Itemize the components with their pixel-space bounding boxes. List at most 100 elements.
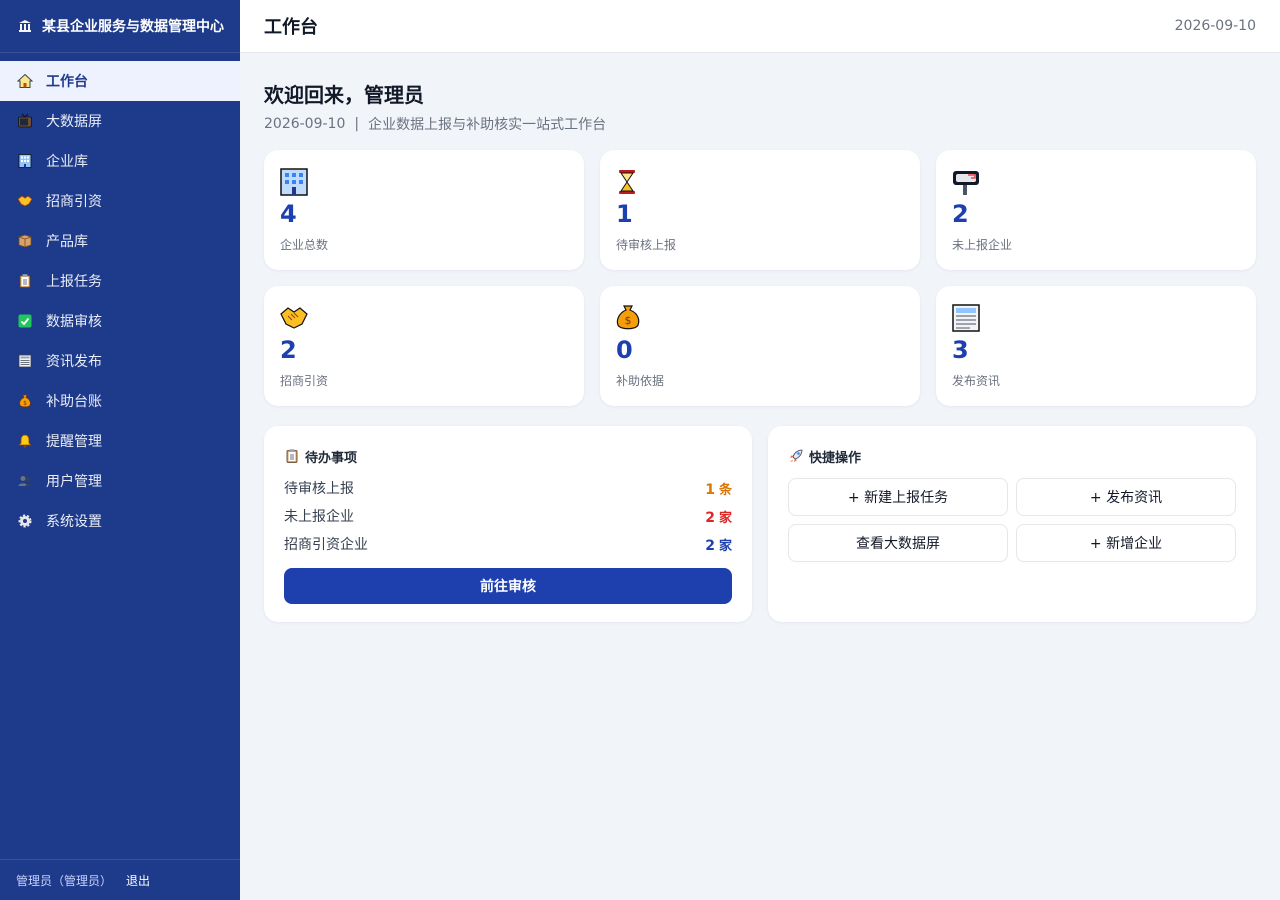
sidebar-item-label: 系统设置 (46, 514, 102, 530)
todo-count: 2家 (705, 535, 732, 554)
page-title: 工作台 (264, 17, 318, 38)
sidebar-item-label: 企业库 (46, 154, 88, 170)
stat-card-unreported[interactable]: 2 未上报企业 (936, 150, 1256, 270)
todo-list: 待审核上报 1条 未上报企业 2家 招商引资企业 2家 (284, 474, 732, 558)
newspaper-icon (17, 353, 33, 369)
sidebar-item-products[interactable]: 产品库 (0, 221, 240, 261)
gear-icon (17, 513, 33, 529)
government-building-icon (17, 18, 33, 34)
todo-count: 2家 (705, 507, 732, 526)
stat-label: 未上报企业 (952, 238, 1013, 252)
sidebar-item-settings[interactable]: 系统设置 (0, 501, 240, 541)
stat-card-news[interactable]: 3 发布资讯 (936, 286, 1256, 406)
sidebar-item-label: 招商引资 (46, 194, 102, 210)
mailbox-icon (952, 168, 982, 196)
sidebar-item-bigscreen[interactable]: 大数据屏 (0, 101, 240, 141)
sidebar-item-subsidy-ledger[interactable]: $ 补助台账 (0, 381, 240, 421)
bell-icon (17, 433, 33, 449)
hourglass-icon (616, 168, 646, 196)
welcome-subline: 2026-09-10 | 企业数据上报与补助核实一站式工作台 (264, 114, 1256, 134)
sidebar-item-label: 补助台账 (46, 394, 102, 410)
add-enterprise-button[interactable]: + 新增企业 (1016, 524, 1236, 562)
sidebar-item-label: 数据审核 (46, 314, 102, 330)
sidebar-item-label: 提醒管理 (46, 434, 102, 450)
sidebar-item-label: 资讯发布 (46, 354, 102, 370)
handshake-icon (17, 193, 33, 209)
tv-icon (17, 113, 33, 129)
sidebar-item-label: 大数据屏 (46, 114, 102, 130)
topbar: 工作台 2026-09-10 (240, 0, 1280, 53)
todo-row-unreported[interactable]: 未上报企业 2家 (284, 502, 732, 530)
new-report-task-button[interactable]: + 新建上报任务 (788, 478, 1008, 516)
quick-actions-grid: + 新建上报任务 + 发布资讯 查看大数据屏 + 新增企业 (788, 478, 1236, 562)
office-building-icon (280, 168, 310, 196)
todo-label: 待审核上报 (284, 481, 354, 497)
todo-row-investment[interactable]: 招商引资企业 2家 (284, 530, 732, 558)
main-content: 欢迎回来，管理员 2026-09-10 | 企业数据上报与补助核实一站式工作台 … (264, 53, 1256, 622)
brand-title: 某县企业服务与数据管理中心 (42, 19, 224, 35)
newspaper-icon (952, 304, 982, 332)
separator: | (354, 116, 360, 132)
todo-title: 待办事项 (305, 450, 358, 466)
stat-card-pending-review[interactable]: 1 待审核上报 (600, 150, 920, 270)
topbar-date: 2026-09-10 (1174, 18, 1256, 34)
stat-card-subsidy-basis[interactable]: $ 0 补助依据 (600, 286, 920, 406)
stat-value: 2 (952, 200, 969, 228)
brand: 某县企业服务与数据管理中心 (0, 0, 240, 53)
todo-count-unit: 家 (718, 538, 732, 554)
current-user: 管理员（管理员） (16, 873, 113, 888)
stat-card-investment[interactable]: 2 招商引资 (264, 286, 584, 406)
stat-label: 待审核上报 (616, 238, 677, 252)
stat-card-enterprises[interactable]: 4 企业总数 (264, 150, 584, 270)
package-icon (17, 233, 33, 249)
home-icon (17, 73, 33, 89)
money-bag-icon: $ (616, 304, 646, 332)
todo-label: 未上报企业 (284, 509, 354, 525)
users-icon (17, 473, 33, 489)
quick-title: 快捷操作 (809, 450, 862, 466)
stat-value: 0 (616, 336, 633, 364)
todo-count-unit: 条 (718, 482, 732, 498)
todo-count-number: 1 (705, 481, 715, 498)
todo-count-number: 2 (705, 537, 715, 554)
welcome-title: 欢迎回来，管理员 (264, 83, 424, 107)
handshake-icon (280, 304, 310, 332)
sidebar-item-label: 用户管理 (46, 474, 102, 490)
sidebar-nav: 工作台 大数据屏 企业库 招商引资 产品库 上报任务 数据审核 资讯发布 $ 补… (0, 61, 240, 541)
sidebar: 某县企业服务与数据管理中心 工作台 大数据屏 企业库 招商引资 产品库 上报任务 (0, 0, 240, 900)
stat-label: 企业总数 (280, 238, 329, 252)
sidebar-item-data-review[interactable]: 数据审核 (0, 301, 240, 341)
welcome-subtitle: 企业数据上报与补助核实一站式工作台 (368, 117, 607, 133)
stats-grid: 4 企业总数 1 待审核上报 2 未上报企业 2 招商引资 $ 0 补助依据 3… (264, 150, 1256, 406)
quick-actions-panel: 快捷操作 + 新建上报任务 + 发布资讯 查看大数据屏 + 新增企业 (768, 426, 1256, 622)
todo-header: 待办事项 (284, 446, 732, 466)
sidebar-item-news[interactable]: 资讯发布 (0, 341, 240, 381)
stat-label: 招商引资 (280, 374, 329, 388)
welcome-date: 2026-09-10 (264, 116, 346, 132)
sidebar-item-report-tasks[interactable]: 上报任务 (0, 261, 240, 301)
quick-header: 快捷操作 (788, 446, 1236, 466)
todo-label: 招商引资企业 (284, 537, 368, 553)
money-bag-icon: $ (17, 393, 33, 409)
stat-value: 4 (280, 200, 297, 228)
todo-count: 1条 (705, 479, 732, 498)
go-review-button[interactable]: 前往审核 (284, 568, 732, 604)
view-bigscreen-button[interactable]: 查看大数据屏 (788, 524, 1008, 562)
sidebar-item-label: 产品库 (46, 234, 88, 250)
sidebar-item-label: 工作台 (46, 74, 88, 90)
svg-text:$: $ (23, 400, 27, 407)
sidebar-item-enterprises[interactable]: 企业库 (0, 141, 240, 181)
stat-label: 发布资讯 (952, 374, 1001, 388)
clipboard-icon (17, 273, 33, 289)
clipboard-icon (284, 448, 300, 464)
publish-news-button[interactable]: + 发布资讯 (1016, 478, 1236, 516)
todo-row-pending-review[interactable]: 待审核上报 1条 (284, 474, 732, 502)
rocket-icon (788, 448, 804, 464)
sidebar-footer: 管理员（管理员） 退出 (0, 859, 240, 900)
sidebar-item-workbench[interactable]: 工作台 (0, 61, 240, 101)
sidebar-item-reminders[interactable]: 提醒管理 (0, 421, 240, 461)
sidebar-item-investment[interactable]: 招商引资 (0, 181, 240, 221)
sidebar-item-users[interactable]: 用户管理 (0, 461, 240, 501)
stat-value: 2 (280, 336, 297, 364)
logout-link[interactable]: 退出 (126, 872, 150, 889)
